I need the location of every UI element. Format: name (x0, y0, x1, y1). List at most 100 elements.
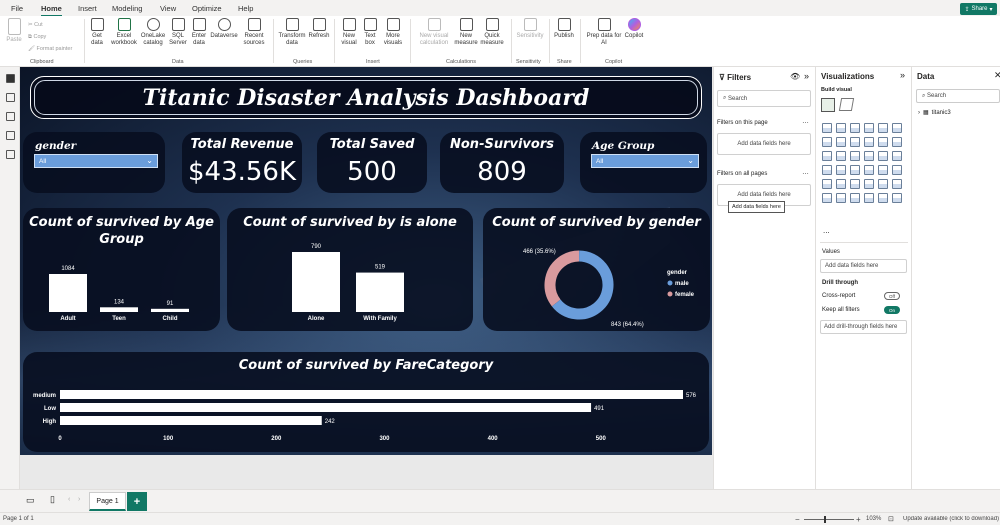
fit-page-icon[interactable]: ⊡ (888, 515, 894, 523)
copy-button[interactable]: ⧉ Copy (28, 34, 46, 41)
visual-type-icon[interactable] (864, 137, 874, 147)
visual-type-icon[interactable] (892, 179, 902, 189)
collapse-icon[interactable]: » (900, 70, 905, 80)
sensitivity-button[interactable]: Sensitivity (515, 18, 545, 40)
more-visuals-button[interactable]: More visuals (380, 18, 406, 46)
visual-type-icon[interactable] (864, 179, 874, 189)
visual-type-icon[interactable] (822, 123, 832, 133)
chevron-left-icon[interactable]: ‹ (68, 496, 70, 503)
visual-type-icon[interactable] (836, 193, 846, 203)
visual-type-icon[interactable] (878, 123, 888, 133)
close-icon[interactable]: ✕ (994, 70, 1000, 81)
enter-data-button[interactable]: Enter data (190, 18, 208, 46)
quick-measure-button[interactable]: Quick measure (479, 18, 505, 46)
transform-data-button[interactable]: Transform data (277, 18, 307, 46)
excel-button[interactable]: Excel workbook (110, 18, 138, 46)
visual-type-icon[interactable] (892, 137, 902, 147)
visual-type-icon[interactable] (878, 151, 888, 161)
drill-through-dropzone[interactable]: Add drill-through fields here (820, 320, 907, 334)
model-view-icon[interactable] (6, 112, 15, 121)
visual-type-icon[interactable] (878, 165, 888, 175)
visual-type-icon[interactable] (822, 179, 832, 189)
visual-type-icon[interactable] (864, 193, 874, 203)
paste-button[interactable]: Paste (5, 18, 23, 44)
visual-type-icon[interactable] (850, 123, 860, 133)
visual-type-icon[interactable] (892, 165, 902, 175)
visual-type-icon[interactable] (836, 179, 846, 189)
chevron-right-icon[interactable]: › (78, 496, 80, 503)
visual-type-icon[interactable] (864, 151, 874, 161)
share-button[interactable]: ⇪ Share ▾ (960, 3, 997, 15)
zoom-slider-thumb[interactable] (824, 516, 826, 523)
sql-server-button[interactable]: SQL Server (168, 18, 188, 46)
format-visual-icon[interactable] (838, 98, 855, 111)
menu-insert[interactable]: Insert (78, 4, 97, 13)
cross-report-toggle[interactable]: Off (884, 292, 900, 300)
menu-file[interactable]: File (11, 4, 23, 13)
visual-type-icon[interactable] (822, 151, 832, 161)
text-box-button[interactable]: Text box (361, 18, 379, 46)
dax-query-icon[interactable] (6, 131, 15, 140)
more-options-icon[interactable]: … (802, 169, 809, 176)
visual-type-icon[interactable] (850, 137, 860, 147)
visual-type-icon[interactable] (836, 165, 846, 175)
update-notice[interactable]: Update available (click to download) (903, 516, 1000, 522)
menu-help[interactable]: Help (238, 4, 253, 13)
visual-type-icon[interactable] (864, 123, 874, 133)
visual-type-icon[interactable] (822, 137, 832, 147)
collapse-icon[interactable]: » (804, 71, 809, 81)
chart-gender[interactable]: Count of survived by gender 466 (35.6%) 8… (483, 208, 710, 331)
visual-type-icon[interactable] (850, 151, 860, 161)
recent-sources-button[interactable]: Recent sources (240, 18, 268, 46)
menu-view[interactable]: View (160, 4, 176, 13)
visual-type-icon[interactable] (836, 151, 846, 161)
chart-age-group[interactable]: Count of survived by Age Group 1084 Adult… (23, 208, 220, 331)
mobile-layout-icon[interactable]: ▯ (50, 494, 55, 505)
visual-type-icon[interactable] (892, 123, 902, 133)
data-search-input[interactable]: ⌕ Search (916, 89, 1000, 103)
menu-home[interactable]: Home (41, 4, 62, 17)
values-dropzone[interactable]: Add data fields here (820, 259, 907, 273)
visual-type-icon[interactable] (892, 193, 902, 203)
new-measure-button[interactable]: New measure (454, 18, 478, 46)
keep-filters-toggle[interactable]: On (884, 306, 900, 314)
zoom-out-icon[interactable]: − (795, 515, 800, 524)
zoom-slider[interactable] (804, 519, 854, 520)
menu-optimize[interactable]: Optimize (192, 4, 222, 13)
prep-data-ai-button[interactable]: Prep data for AI (584, 18, 624, 46)
visual-type-icon[interactable] (864, 165, 874, 175)
publish-button[interactable]: Publish (553, 18, 575, 40)
copilot-button[interactable]: Copilot (622, 18, 646, 40)
visual-type-icon[interactable] (850, 165, 860, 175)
get-data-button[interactable]: Get data (88, 18, 106, 46)
eye-icon[interactable]: 👁 (790, 72, 800, 81)
build-visual-icon[interactable] (821, 98, 835, 112)
new-visual-button[interactable]: New visual (338, 18, 360, 46)
visual-type-icon[interactable] (878, 137, 888, 147)
table-item-titanic3[interactable]: › ▦ titanic3 (918, 109, 951, 117)
menu-modeling[interactable]: Modeling (112, 4, 142, 13)
filters-page-dropzone[interactable]: Add data fields here (717, 133, 811, 155)
chart-is-alone[interactable]: Count of survived by is alone 790 Alone 51… (227, 208, 473, 331)
add-page-button[interactable]: + (127, 492, 147, 511)
visual-type-icon[interactable] (850, 193, 860, 203)
table-view-icon[interactable] (6, 93, 15, 102)
onelake-button[interactable]: OneLake catalog (140, 18, 166, 46)
chart-fare-category[interactable]: Count of survived by FareCategory medium… (23, 352, 709, 452)
visual-type-icon[interactable] (822, 193, 832, 203)
visual-type-icon[interactable] (878, 179, 888, 189)
more-visuals-icon[interactable]: ... (823, 226, 830, 235)
page-tab[interactable]: Page 1 (89, 492, 126, 511)
tmdl-view-icon[interactable] (6, 150, 15, 159)
new-visual-calculation-button[interactable]: New visual calculation (414, 18, 454, 46)
dataverse-button[interactable]: Dataverse (209, 18, 239, 40)
visual-type-icon[interactable] (892, 151, 902, 161)
visual-type-icon[interactable] (836, 123, 846, 133)
visual-type-icon[interactable] (850, 179, 860, 189)
filters-search-input[interactable]: ⌕ Search (717, 90, 811, 107)
cut-button[interactable]: ✂ Cut (28, 22, 43, 28)
visual-type-icon[interactable] (836, 137, 846, 147)
age-group-dropdown[interactable]: All ⌄ (591, 154, 699, 168)
zoom-in-icon[interactable]: + (856, 515, 861, 524)
visual-type-icon[interactable] (878, 193, 888, 203)
